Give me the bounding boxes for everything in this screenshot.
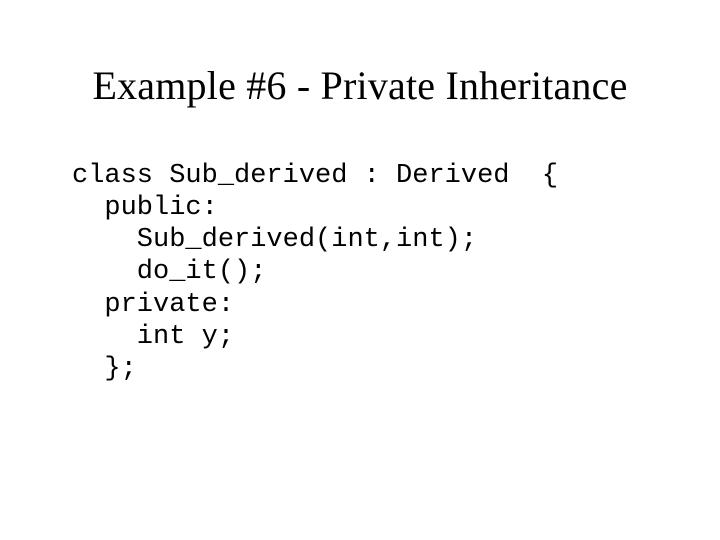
- code-line: class Sub_derived : Derived {: [72, 161, 558, 191]
- code-line: do_it();: [72, 257, 266, 287]
- code-line: public:: [72, 193, 218, 223]
- code-block: class Sub_derived : Derived { public: Su…: [72, 160, 558, 385]
- slide-title: Example #6 - Private Inheritance: [0, 62, 720, 109]
- slide: Example #6 - Private Inheritance class S…: [0, 0, 720, 540]
- code-line: int y;: [72, 322, 234, 352]
- code-line: Sub_derived(int,int);: [72, 225, 477, 255]
- code-line: };: [72, 354, 137, 384]
- code-line: private:: [72, 290, 234, 320]
